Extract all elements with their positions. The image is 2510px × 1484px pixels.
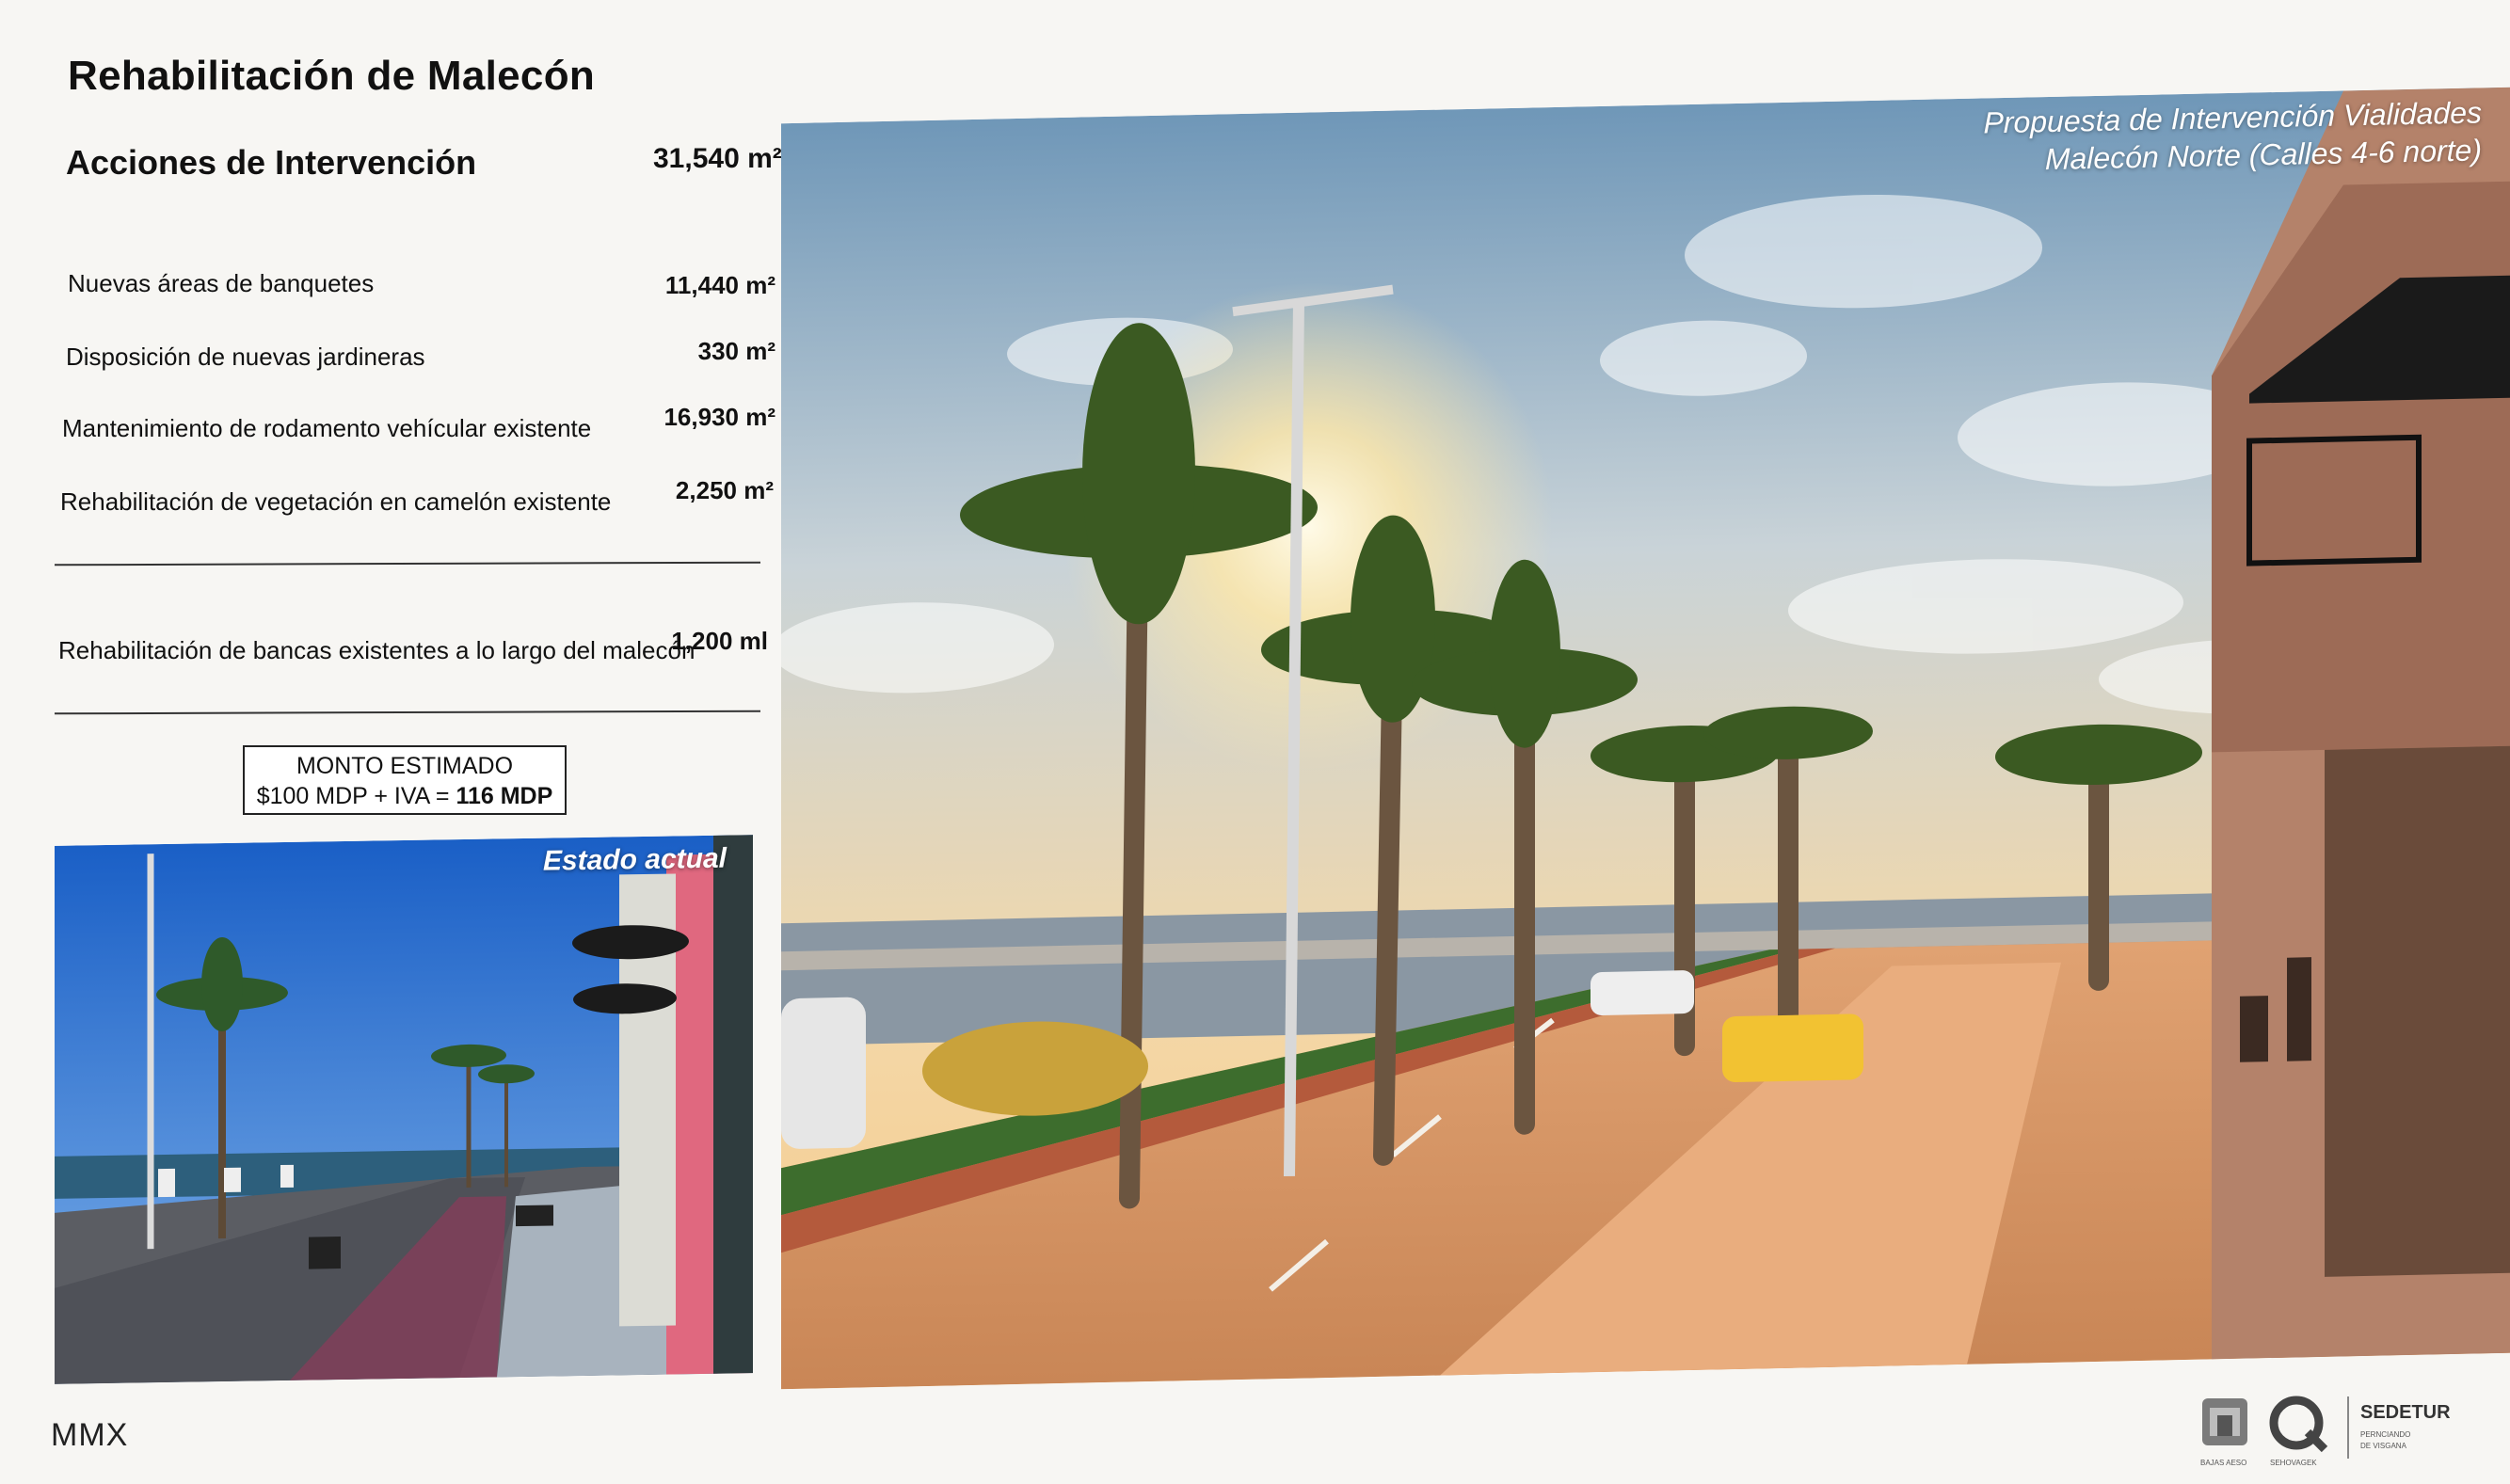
section-title: Acciones de Intervención [66, 143, 477, 182]
footer-mark: MMX [51, 1417, 129, 1453]
action-value: 16,930 m² [663, 403, 775, 431]
divider [54, 710, 761, 715]
estimate-heading: MONTO ESTIMADO [296, 753, 514, 779]
proposal-illustration [781, 87, 2510, 1390]
action-label: Rehabilitación de vegetación en camelón … [60, 487, 612, 516]
action-value: 11,440 m² [664, 271, 775, 299]
proposal-render: Propuesta de Intervención Vialidades Mal… [781, 87, 2510, 1390]
action-label: Nuevas áreas de banquetes [68, 269, 375, 297]
action-value: 330 m² [697, 337, 775, 365]
logo3-sub1: PERNCIANDO [2360, 1430, 2411, 1439]
total-area: 31,540 m² [653, 143, 782, 174]
action-label: Disposición de nuevas jardineras [66, 343, 425, 371]
divider [54, 561, 761, 566]
logo1-label: BAJAS AESO [2200, 1459, 2247, 1467]
estimate-box: MONTO ESTIMADO $100 MDP + IVA = 116 MDP [243, 745, 567, 815]
agency-logo-icon [2269, 1396, 2328, 1453]
logo2-label: SEHOVAGEK [2270, 1459, 2317, 1467]
logo-strip: BAJAS AESO SEHOVAGEK SEDETUR PERNCIANDO … [2197, 1391, 2479, 1470]
page-title: Rehabilitación de Malecón [68, 53, 596, 99]
action-value: 1,200 ml [671, 627, 768, 655]
current-state-photo: Estado actual [55, 835, 753, 1384]
action-label: Mantenimiento de rodamento vehícular exi… [62, 414, 592, 442]
current-state-caption: Estado actual [542, 842, 727, 877]
state-seal-icon [2202, 1398, 2247, 1445]
proposal-caption: Propuesta de Intervención Vialidades Mal… [1983, 93, 2482, 179]
logo-separator [2347, 1396, 2349, 1459]
current-state-illustration [55, 835, 753, 1384]
action-value: 2,250 m² [675, 476, 774, 504]
estimate-amount: $100 MDP + IVA = 116 MDP [256, 783, 553, 809]
logo3-sub2: DE VISGANA [2360, 1442, 2406, 1450]
sedetur-logo-text: SEDETUR [2360, 1402, 2451, 1423]
